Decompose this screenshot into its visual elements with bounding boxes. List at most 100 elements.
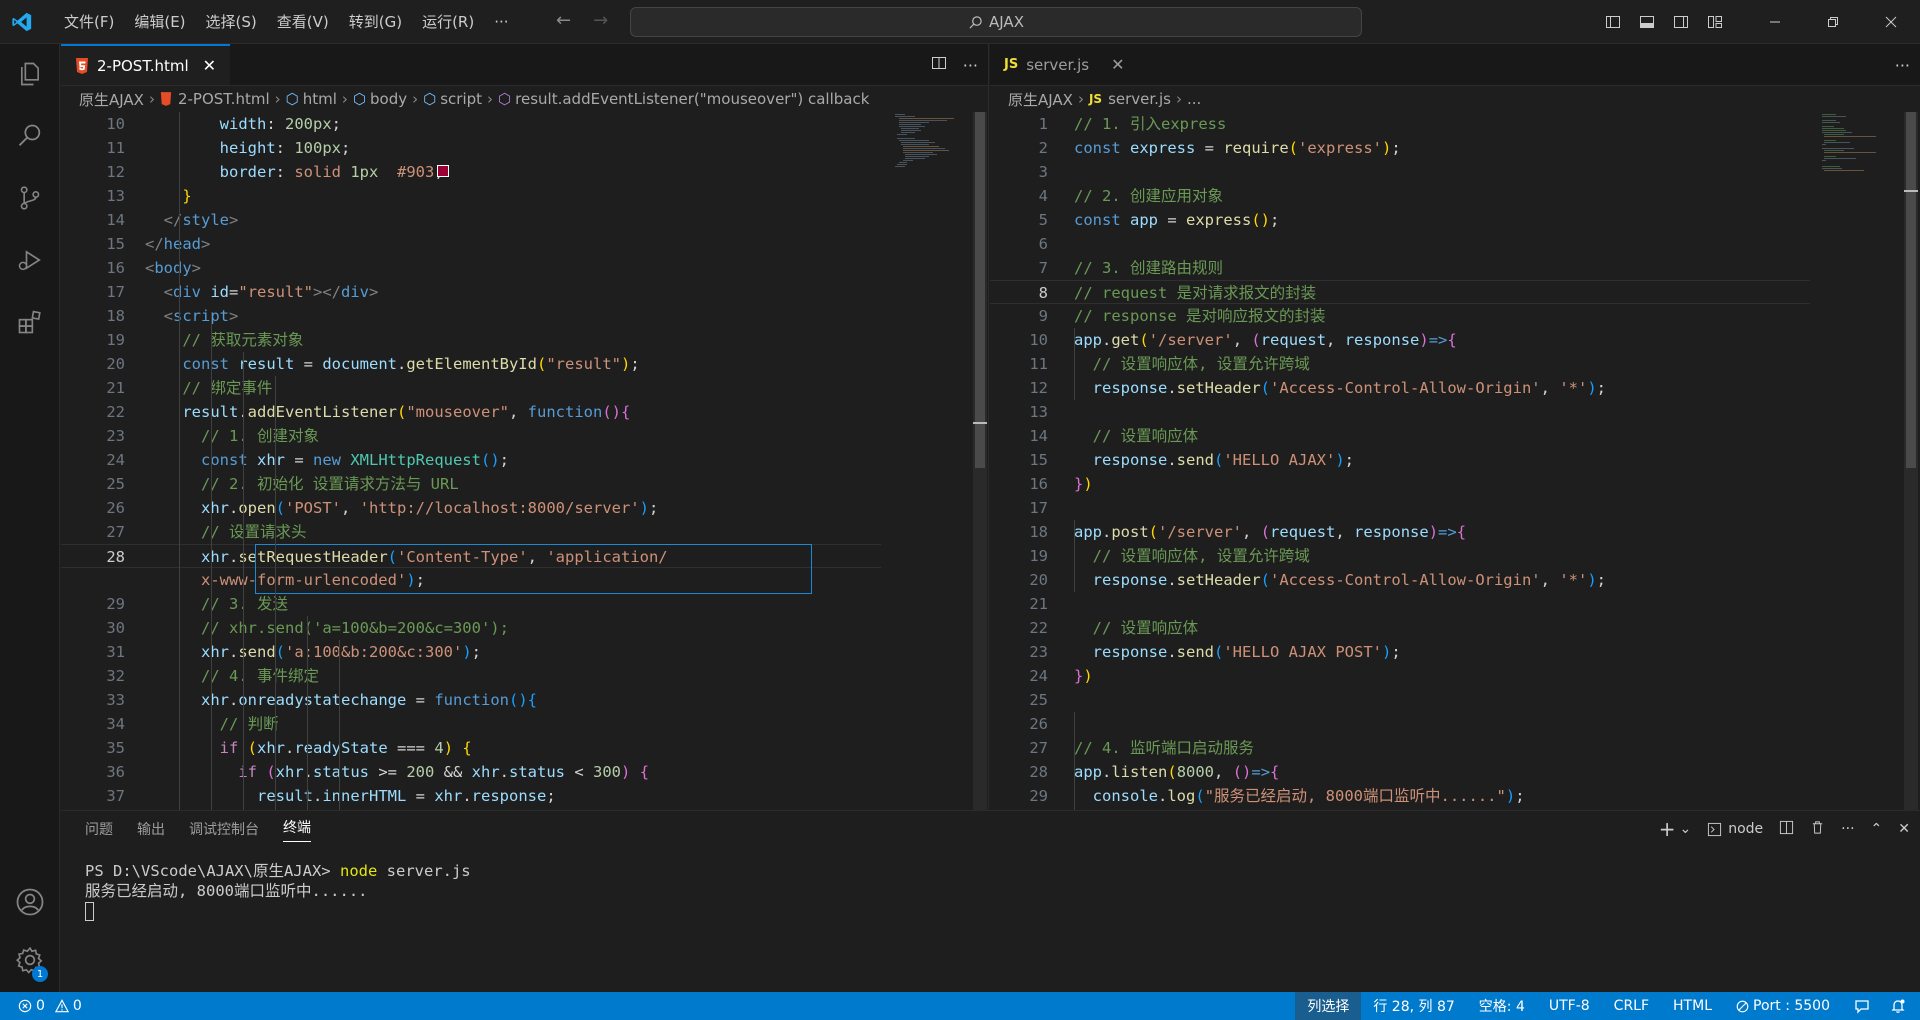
accounts-icon[interactable] — [0, 874, 60, 930]
code-line[interactable]: 31 xhr.send('a:100&b:200&c:300'); — [61, 640, 881, 664]
code-line[interactable]: 35 if (xhr.readyState === 4) { — [61, 736, 881, 760]
breadcrumb-callback[interactable]: result.addEventListener("mouseover") cal… — [515, 90, 869, 108]
indentation[interactable]: 空格: 4 — [1467, 992, 1537, 1020]
split-editor-icon[interactable] — [931, 55, 947, 75]
breadcrumb-script[interactable]: script — [440, 90, 482, 108]
tab-debug-console[interactable]: 调试控制台 — [189, 819, 259, 839]
code-line[interactable]: 16}) — [990, 472, 1810, 496]
breadcrumb-html[interactable]: html — [303, 90, 337, 108]
code-line[interactable]: 13 — [990, 400, 1810, 424]
code-line[interactable]: 33 xhr.onreadystatechange = function(){ — [61, 688, 881, 712]
code-line[interactable]: 11 height: 100px; — [61, 136, 881, 160]
split-terminal-icon[interactable] — [1779, 820, 1794, 839]
code-line[interactable]: 10 app.get('/server', (request, response)… — [990, 328, 1810, 352]
code-line[interactable]: 18 app.post('/server', (request, response… — [990, 520, 1810, 544]
code-line[interactable]: 7 // 3. 创建路由规则 — [990, 256, 1810, 280]
code-line[interactable]: 9 // response 是对响应报文的封装 — [990, 304, 1810, 328]
close-window-icon[interactable] — [1862, 0, 1920, 44]
breadcrumb-folder[interactable]: 原生AJAX — [79, 89, 144, 110]
code-line[interactable]: 15 </head> — [61, 232, 881, 256]
notifications-bell-icon[interactable] — [1882, 992, 1920, 1020]
tab-output[interactable]: 输出 — [137, 819, 165, 839]
code-line[interactable]: 34 // 判断 — [61, 712, 881, 736]
vertical-scrollbar[interactable] — [1904, 112, 1918, 810]
problems-status[interactable]: 0 0 — [0, 992, 90, 1020]
toggle-secondary-sidebar-icon[interactable] — [1664, 0, 1698, 44]
minimap[interactable] — [891, 112, 961, 212]
tab-server-js[interactable]: JS server.js ✕ — [990, 44, 1138, 85]
maximize-panel-icon[interactable]: ⌃ — [1871, 821, 1883, 837]
code-line[interactable]: 16 <body> — [61, 256, 881, 280]
code-line[interactable]: 28 app.listen(8000, ()=>{ — [990, 760, 1810, 784]
code-line[interactable]: 32 // 4. 事件绑定 — [61, 664, 881, 688]
close-panel-icon[interactable]: ✕ — [1898, 821, 1910, 837]
manage-gear-icon[interactable]: 1 — [0, 932, 60, 988]
code-line[interactable]: 14 </style> — [61, 208, 881, 232]
code-line[interactable]: 28 xhr.setRequestHeader('Content-Type', … — [61, 544, 881, 568]
code-line[interactable]: 27 // 4. 监听端口启动服务 — [990, 736, 1810, 760]
search-sidebar-icon[interactable] — [0, 108, 60, 164]
code-line[interactable]: 26 xhr.open('POST', 'http://localhost:80… — [61, 496, 881, 520]
code-line[interactable]: 19 // 设置响应体, 设置允许跨域 — [990, 544, 1810, 568]
extensions-icon[interactable] — [0, 294, 60, 350]
code-line[interactable]: 30 // xhr.send('a=100&b=200&c=300'); — [61, 616, 881, 640]
tab-problems[interactable]: 问题 — [85, 819, 113, 839]
menu-selection[interactable]: 选择(S) — [196, 11, 267, 32]
more-actions-icon[interactable]: ··· — [1895, 56, 1910, 75]
code-line[interactable]: 10 width: 200px; — [61, 112, 881, 136]
more-actions-icon[interactable]: ··· — [963, 56, 978, 75]
code-line[interactable]: 19 // 获取元素对象 — [61, 328, 881, 352]
code-area[interactable]: 1 // 1. 引入express 2 const express = require… — [990, 112, 1920, 810]
close-tab-icon[interactable]: ✕ — [1111, 55, 1124, 74]
menu-edit[interactable]: 编辑(E) — [124, 11, 195, 32]
cursor-position[interactable]: 行 28, 列 87 — [1361, 992, 1466, 1020]
minimap[interactable] — [1820, 112, 1890, 212]
code-line[interactable]: 20 response.setHeader('Access-Control-Al… — [990, 568, 1810, 592]
trash-icon[interactable] — [1810, 820, 1825, 839]
language-mode[interactable]: HTML — [1661, 992, 1724, 1020]
source-control-icon[interactable] — [0, 170, 60, 226]
terminal-output[interactable]: PS D:\VScode\AJAX\原生AJAX> node server.js… — [61, 847, 1920, 935]
code-line[interactable]: 17 — [990, 496, 1810, 520]
menu-more[interactable]: ··· — [484, 13, 518, 31]
code-line[interactable]: 2 const express = require('express'); — [990, 136, 1810, 160]
code-line[interactable]: 15 response.send('HELLO AJAX'); — [990, 448, 1810, 472]
code-line[interactable]: 26 — [990, 712, 1810, 736]
code-line[interactable]: 24 const xhr = new XMLHttpRequest(); — [61, 448, 881, 472]
encoding[interactable]: UTF-8 — [1537, 992, 1602, 1020]
chevron-down-icon[interactable]: ⌄ — [1679, 821, 1691, 837]
breadcrumb-file[interactable]: server.js — [1108, 90, 1171, 108]
menu-run[interactable]: 运行(R) — [412, 11, 484, 32]
code-line[interactable]: 27 // 设置请求头 — [61, 520, 881, 544]
menu-file[interactable]: 文件(F) — [54, 11, 124, 32]
menu-view[interactable]: 查看(V) — [267, 11, 339, 32]
code-line[interactable]: 29 console.log("服务已经启动, 8000端口监听中......"… — [990, 784, 1810, 808]
code-line[interactable]: 12 border: solid 1px #903; — [61, 160, 881, 184]
terminal-instance[interactable]: node — [1707, 821, 1763, 837]
code-line[interactable]: 25 // 2. 初始化 设置请求方法与 URL — [61, 472, 881, 496]
code-line[interactable]: 21 // 绑定事件 — [61, 376, 881, 400]
breadcrumb-file[interactable]: 2-POST.html — [178, 90, 270, 108]
toggle-primary-sidebar-icon[interactable] — [1596, 0, 1630, 44]
code-line[interactable]: 25 — [990, 688, 1810, 712]
menu-go[interactable]: 转到(G) — [339, 11, 412, 32]
code-line[interactable]: 29 // 3. 发送 — [61, 592, 881, 616]
close-tab-icon[interactable]: ✕ — [203, 56, 216, 75]
column-selection-mode[interactable]: 列选择 — [1295, 992, 1362, 1020]
code-line[interactable]: 22 result.addEventListener("mouseover", … — [61, 400, 881, 424]
run-debug-icon[interactable] — [0, 232, 60, 288]
live-server-port[interactable]: Port : 5500 — [1724, 992, 1842, 1020]
code-line[interactable]: 5 const app = express(); — [990, 208, 1810, 232]
code-line[interactable]: 11 // 设置响应体, 设置允许跨域 — [990, 352, 1810, 376]
feedback-icon[interactable] — [1842, 992, 1882, 1020]
code-line[interactable]: 3 — [990, 160, 1810, 184]
code-line[interactable]: 20 const result = document.getElementByI… — [61, 352, 881, 376]
tab-terminal[interactable]: 终端 — [283, 817, 311, 842]
code-line[interactable]: 24}) — [990, 664, 1810, 688]
command-center-search[interactable]: AJAX — [630, 7, 1362, 37]
code-line[interactable]: 13 } — [61, 184, 881, 208]
minimize-icon[interactable] — [1746, 0, 1804, 44]
code-line[interactable]: 8 // request 是对请求报文的封装 — [990, 280, 1810, 304]
code-line[interactable]: 37 result.innerHTML = xhr.response; — [61, 784, 881, 808]
end-of-line[interactable]: CRLF — [1602, 992, 1661, 1020]
